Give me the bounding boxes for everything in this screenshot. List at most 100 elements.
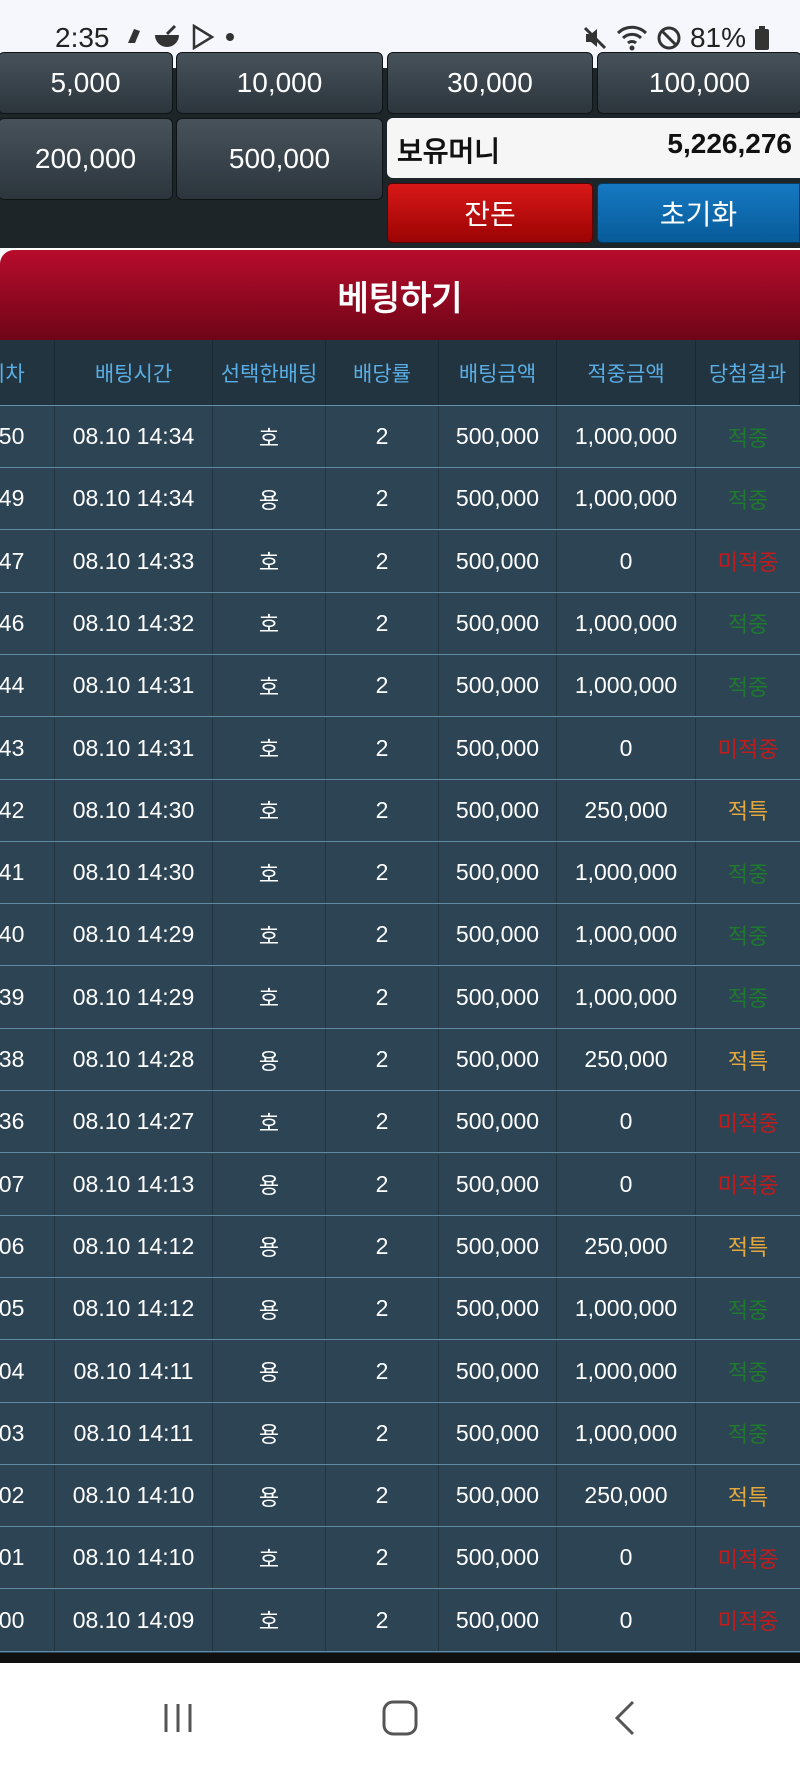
payout-cell: 1,000,000 bbox=[557, 842, 696, 904]
blocked-icon bbox=[657, 26, 681, 50]
bet-amount-cell: 500,000 bbox=[439, 1340, 557, 1402]
result-cell: 적중 bbox=[727, 426, 769, 452]
odds-cell: 2 bbox=[326, 1589, 439, 1651]
table-row: 74108.10 14:30호2500,0001,000,000 적중 bbox=[0, 842, 800, 905]
bowl-icon bbox=[155, 25, 179, 47]
round-cell: 741 bbox=[0, 842, 55, 904]
odds-cell: 2 bbox=[326, 717, 439, 779]
bet-amount-cell: 500,000 bbox=[439, 1153, 557, 1215]
round-cell: 739 bbox=[0, 966, 55, 1028]
result-cell: 미적중 bbox=[717, 1111, 779, 1137]
payout-cell: 250,000 bbox=[557, 1215, 696, 1277]
change-button[interactable]: 잔돈 bbox=[387, 183, 593, 243]
round-cell: 740 bbox=[0, 904, 55, 966]
time-cell: 08.10 14:30 bbox=[55, 779, 213, 841]
table-row: 74208.10 14:30호2500,000250,000 적특 bbox=[0, 779, 800, 842]
table-row: 70308.10 14:11용2500,0001,000,000 적중 bbox=[0, 1402, 800, 1465]
pick-cell: 호 bbox=[213, 1527, 326, 1589]
bet-amount-cell: 500,000 bbox=[439, 1091, 557, 1153]
bet-amount-cell: 500,000 bbox=[439, 842, 557, 904]
table-row: 74008.10 14:29호2500,0001,000,000 적중 bbox=[0, 904, 800, 967]
bet-amount-cell: 500,000 bbox=[439, 1402, 557, 1464]
time-cell: 08.10 14:12 bbox=[55, 1278, 213, 1340]
pick-cell: 용 bbox=[213, 1029, 326, 1090]
back-button[interactable] bbox=[585, 1683, 665, 1753]
bet-amount-cell: 500,000 bbox=[439, 655, 557, 717]
time-cell: 08.10 14:09 bbox=[55, 1589, 213, 1651]
bet-amount-cell: 500,000 bbox=[439, 1527, 557, 1589]
round-cell: 707 bbox=[0, 1153, 55, 1215]
payout-cell: 1,000,000 bbox=[557, 1402, 696, 1464]
round-cell: 700 bbox=[0, 1589, 55, 1651]
chip-button-10000[interactable]: 10,000 bbox=[176, 52, 383, 114]
odds-cell: 2 bbox=[326, 1215, 439, 1277]
round-cell: 746 bbox=[0, 592, 55, 654]
table-row: 70008.10 14:09호2500,0000 미적중 bbox=[0, 1589, 800, 1652]
wifi-icon bbox=[616, 25, 648, 51]
odds-cell: 2 bbox=[326, 1153, 439, 1215]
round-cell: 747 bbox=[0, 530, 55, 592]
pick-cell: 호 bbox=[213, 717, 326, 779]
pick-cell: 호 bbox=[213, 655, 326, 717]
time-cell: 08.10 14:27 bbox=[55, 1091, 213, 1153]
result-cell: 적특 bbox=[727, 800, 769, 826]
result-cell: 미적중 bbox=[717, 738, 779, 763]
pick-cell: 호 bbox=[213, 904, 326, 966]
time-cell: 08.10 14:34 bbox=[55, 406, 213, 467]
odds-cell: 2 bbox=[326, 1091, 439, 1153]
result-cell: 적중 bbox=[727, 1361, 769, 1386]
status-icons-left bbox=[125, 24, 235, 50]
bet-amount-cell: 500,000 bbox=[439, 1029, 557, 1090]
play-store-icon bbox=[192, 24, 215, 50]
bet-amount-cell: 500,000 bbox=[439, 966, 557, 1028]
battery-icon bbox=[755, 26, 769, 50]
recent-apps-button[interactable] bbox=[138, 1683, 218, 1753]
odds-cell: 2 bbox=[326, 468, 439, 530]
result-cell: 적중 bbox=[727, 675, 769, 701]
bet-amount-cell: 500,000 bbox=[439, 779, 557, 841]
table-row: 74608.10 14:32호2500,0001,000,000 적중 bbox=[0, 592, 800, 655]
table-bottom-edge bbox=[0, 1653, 800, 1663]
pick-cell: 호 bbox=[213, 1091, 326, 1153]
pick-cell: 호 bbox=[213, 842, 326, 904]
header-round: 회차 bbox=[0, 340, 55, 405]
table-row: 74908.10 14:34용2500,0001,000,000 적중 bbox=[0, 468, 800, 531]
result-cell: 적특 bbox=[727, 1049, 769, 1075]
chip-button-5000[interactable]: 5,000 bbox=[0, 52, 173, 114]
pick-cell: 용 bbox=[213, 1402, 326, 1464]
table-row: 73608.10 14:27호2500,0000 미적중 bbox=[0, 1091, 800, 1154]
odds-cell: 2 bbox=[326, 966, 439, 1028]
pick-cell: 호 bbox=[213, 779, 326, 841]
pick-cell: 호 bbox=[213, 1589, 326, 1651]
payout-cell: 1,000,000 bbox=[557, 655, 696, 717]
odds-cell: 2 bbox=[326, 1029, 439, 1090]
chip-button-200000[interactable]: 200,000 bbox=[0, 118, 173, 200]
payout-cell: 1,000,000 bbox=[557, 1340, 696, 1402]
time-cell: 08.10 14:30 bbox=[55, 842, 213, 904]
result-cell: 미적중 bbox=[717, 551, 779, 577]
pick-cell: 용 bbox=[213, 1465, 326, 1527]
chip-button-500000[interactable]: 500,000 bbox=[176, 118, 383, 200]
table-row: 74708.10 14:33호2500,0000 미적중 bbox=[0, 530, 800, 593]
odds-cell: 2 bbox=[326, 842, 439, 904]
time-cell: 08.10 14:33 bbox=[55, 530, 213, 592]
chip-button-100000[interactable]: 100,000 bbox=[597, 52, 800, 114]
payout-cell: 0 bbox=[557, 530, 696, 592]
payout-cell: 0 bbox=[557, 1589, 696, 1651]
table-row: 75008.10 14:34호2500,0001,000,000 적중 bbox=[0, 406, 800, 468]
result-cell: 미적중 bbox=[717, 1547, 779, 1573]
betting-history-table: 회차 배팅시간 선택한배팅 배당률 배팅금액 적중금액 당첨결과 75008.1… bbox=[0, 340, 800, 1653]
odds-cell: 2 bbox=[326, 1340, 439, 1402]
odds-cell: 2 bbox=[326, 592, 439, 654]
table-row: 73908.10 14:29호2500,0001,000,000 적중 bbox=[0, 966, 800, 1029]
table-header-row: 회차 배팅시간 선택한배팅 배당률 배팅금액 적중금액 당첨결과 bbox=[0, 340, 800, 406]
reset-button[interactable]: 초기화 bbox=[597, 183, 800, 243]
table-row: 70708.10 14:13용2500,0000 미적중 bbox=[0, 1153, 800, 1216]
table-row: 73808.10 14:28용2500,000250,000 적특 bbox=[0, 1029, 800, 1091]
result-cell: 적특 bbox=[727, 1236, 769, 1262]
chip-button-30000[interactable]: 30,000 bbox=[387, 52, 593, 114]
home-icon bbox=[382, 1700, 418, 1736]
home-button[interactable] bbox=[360, 1683, 440, 1753]
odds-cell: 2 bbox=[326, 1402, 439, 1464]
odds-cell: 2 bbox=[326, 530, 439, 592]
